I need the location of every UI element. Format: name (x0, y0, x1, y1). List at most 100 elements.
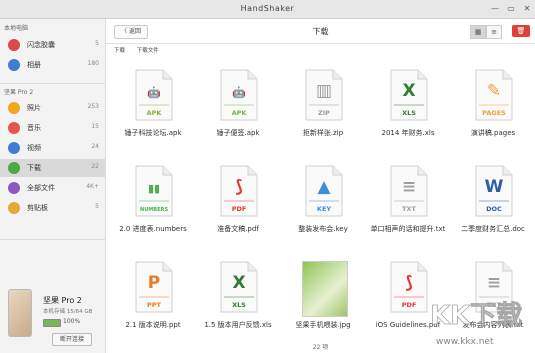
file-item[interactable]: X XLS 2014 年财务.xls (367, 69, 449, 159)
file-type-label: PAGES (482, 109, 506, 117)
list-view-icon[interactable]: ≡ (486, 25, 502, 39)
key-file-icon: ▲ KEY (305, 165, 343, 217)
minimize-icon[interactable]: — (489, 4, 501, 14)
pdf-file-icon: ⟆ PDF (220, 165, 258, 217)
breadcrumb-item[interactable]: 下载 (114, 48, 125, 54)
close-icon[interactable]: ✕ (521, 4, 533, 14)
sidebar-item[interactable]: 音乐 15 (0, 119, 105, 137)
file-item[interactable]: ⟆ PDF 准备文稿.pdf (197, 165, 279, 255)
file-name: 单口相声的话和提升.txt (370, 225, 446, 233)
file-type-label: TXT (402, 205, 416, 213)
title-bar: HandShaker — ▭ ✕ (0, 0, 535, 19)
apk-file-icon: 🤖 APK (135, 69, 173, 121)
file-type-label: ZIP (318, 109, 330, 117)
file-name: 锤子便签.apk (216, 129, 260, 137)
sidebar-item[interactable]: 闪念胶囊 5 (0, 36, 105, 54)
file-name: 整装发布会.key (298, 225, 348, 233)
divider (0, 83, 105, 84)
sidebar-item-count: 4K+ (86, 183, 99, 190)
toolbar: 〈 返回 下载 ▦ ≡ 🗑 (106, 19, 535, 44)
sidebar-item-count: 253 (87, 103, 99, 110)
device-storage: 本机存储 15/64 GB (43, 309, 93, 315)
music-icon (8, 122, 20, 134)
file-name: 2.1 版本说明.ppt (125, 321, 181, 329)
txt-file-icon: ≡ TXT (390, 165, 428, 217)
sidebar-item[interactable]: 剪贴板 5 (0, 199, 105, 217)
all-files-icon (8, 182, 20, 194)
file-glyph: ⟆ (235, 177, 243, 197)
file-item[interactable]: ▥ ZIP 拒新样张.zip (282, 69, 364, 159)
sidebar-item[interactable]: 照片 253 (0, 99, 105, 117)
file-name: 二季度财务汇总.doc (461, 225, 525, 233)
file-glyph: 🤖 (147, 86, 161, 99)
clipboard-icon (8, 202, 20, 214)
file-type-label: APK (147, 109, 163, 117)
grid-view-icon[interactable]: ▦ (470, 25, 486, 39)
pdf-file-icon: ⟆ PDF (390, 261, 428, 313)
file-name: 拒新样张.zip (302, 129, 344, 137)
xls-file-icon: X XLS (220, 261, 258, 313)
file-item[interactable]: ≡ TXT 单口相声的话和提升.txt (367, 165, 449, 255)
file-glyph: 🤖 (232, 86, 246, 99)
maximize-icon[interactable]: ▭ (505, 4, 517, 14)
sidebar-item-label: 相册 (27, 61, 41, 69)
sidebar-item-label: 剪贴板 (27, 204, 48, 212)
sidebar-item[interactable]: 视频 24 (0, 139, 105, 157)
file-glyph: ▮▮ (148, 182, 160, 195)
delete-icon[interactable]: 🗑 (512, 25, 530, 37)
sidebar-item[interactable]: 下载 22 (0, 159, 105, 177)
device-thumbnail (8, 289, 32, 337)
file-item[interactable]: ▮▮ NUMBERS 2.0 进度表.numbers (112, 165, 194, 255)
sidebar-item-label: 闪念胶囊 (27, 41, 55, 49)
file-item[interactable]: ▲ KEY 整装发布会.key (282, 165, 364, 255)
file-glyph: ▥ (316, 81, 332, 101)
download-icon (8, 162, 20, 174)
file-item[interactable]: 坚果手机喂装.jpg (282, 261, 364, 351)
sidebar-item-label: 照片 (27, 104, 41, 112)
divider (0, 239, 105, 240)
video-icon (8, 142, 20, 154)
file-glyph: ⟆ (405, 273, 413, 293)
file-glyph: X (402, 81, 415, 101)
file-glyph: ▲ (317, 177, 331, 197)
window-title: HandShaker (240, 4, 295, 13)
sidebar-item-count: 5 (95, 203, 99, 210)
disconnect-button[interactable]: 断开连接 (52, 333, 92, 346)
zip-file-icon: ▥ ZIP (305, 69, 343, 121)
file-item[interactable]: ✎ PAGES 演讲稿.pages (452, 69, 534, 159)
pages-file-icon: ✎ PAGES (475, 69, 513, 121)
breadcrumb-item[interactable]: 下载文件 (137, 48, 159, 54)
doc-file-icon: W DOC (475, 165, 513, 217)
sidebar-item[interactable]: 全部文件 4K+ (0, 179, 105, 197)
file-item[interactable]: 🤖 APK 锤子便签.apk (197, 69, 279, 159)
file-item[interactable]: W DOC 二季度财务汇总.doc (452, 165, 534, 255)
file-type-label: APK (232, 109, 248, 117)
sidebar-item-count: 22 (91, 163, 99, 170)
device-section-title: 坚果 Pro 2 (4, 89, 34, 96)
apk-file-icon: 🤖 APK (220, 69, 258, 121)
file-type-label: PDF (232, 205, 247, 213)
svg-text:www.kkx.net: www.kkx.net (436, 337, 494, 347)
file-glyph: P (148, 273, 160, 293)
sidebar-item-label: 音乐 (27, 124, 41, 132)
file-glyph: W (485, 177, 504, 197)
file-item[interactable]: P PPT 2.1 版本说明.ppt (112, 261, 194, 351)
battery-icon (43, 319, 61, 327)
file-glyph: ≡ (402, 177, 416, 197)
battery-fill (44, 320, 60, 326)
photos-icon (8, 59, 20, 71)
file-item[interactable]: X XLS 1.5 版本用户反馈.xls (197, 261, 279, 351)
sidebar-item[interactable]: 相册 180 (0, 56, 105, 74)
file-type-label: PPT (147, 301, 162, 309)
battery-percent: 100% (63, 318, 81, 325)
file-type-label: KEY (317, 205, 331, 213)
file-type-label: DOC (486, 205, 502, 213)
sidebar-item-count: 24 (91, 143, 99, 150)
file-name: 坚果手机喂装.jpg (295, 321, 351, 329)
file-item[interactable]: 🤖 APK 锤子科技论坛.apk (112, 69, 194, 159)
local-section-title: 本地电脑 (4, 25, 29, 32)
sidebar-item-count: 5 (95, 40, 99, 47)
file-name: 锤子科技论坛.apk (124, 129, 182, 137)
photo-icon (8, 102, 20, 114)
breadcrumb: 下载 下载文件 (114, 46, 169, 54)
